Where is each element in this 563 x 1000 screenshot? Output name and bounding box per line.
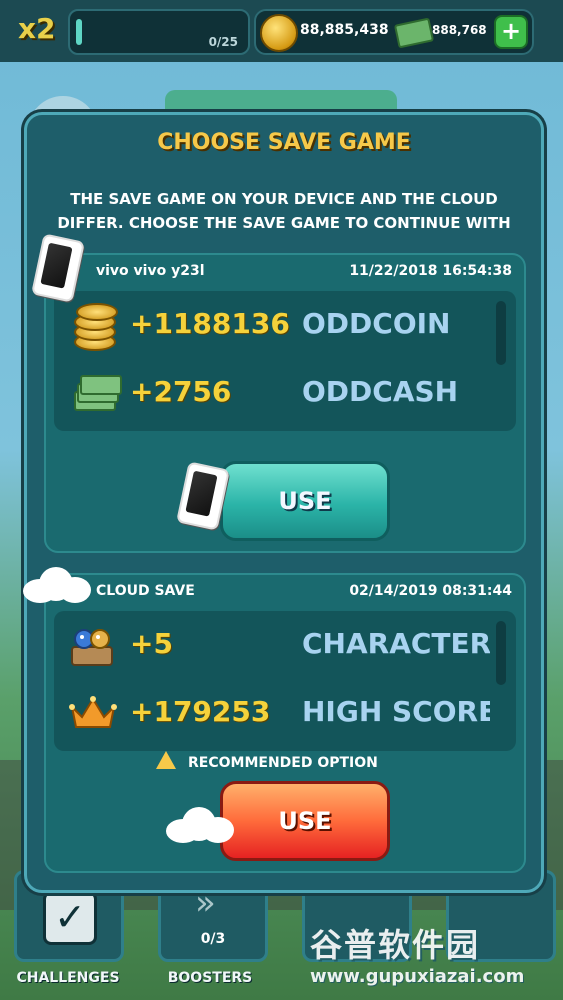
use-device-save-button[interactable]: USE [220,461,390,541]
scrollbar[interactable] [496,621,506,685]
crown-icon [69,696,117,728]
device-name: vivo vivo y23l [96,263,205,279]
coin-icon [260,14,298,52]
device-resource-list[interactable]: +1188136 ODDCOIN +2756 ODDCASH [54,291,516,431]
cloud-save-icon [23,567,93,603]
choose-save-dialog: CHOOSE SAVE GAME THE SAVE GAME ON YOUR D… [23,112,544,893]
progress-fill [76,19,82,45]
use-cloud-save-button[interactable]: USE [220,781,390,861]
add-currency-button[interactable]: + [494,15,528,49]
device-save-card: vivo vivo y23l 11/22/2018 16:54:38 +1188… [44,253,526,553]
cloud-save-date: 02/14/2019 08:31:44 [349,583,512,599]
cloud-save-name: CLOUD SAVE [96,583,195,599]
resource-label: HIGH SCORE [302,695,490,728]
list-item: +1188136 ODDCOIN [54,295,494,355]
resource-amount: +1188136 [130,307,290,340]
list-item: +2756 ODDCASH [54,363,494,423]
cloud-save-card: CLOUD SAVE 02/14/2019 08:31:44 +5 CHARAC… [44,573,526,873]
currency-panel: 88,885,438 888,768 + [254,9,534,55]
resource-amount: +2756 [130,375,232,408]
device-save-date: 11/22/2018 16:54:38 [349,263,512,279]
scrollbar[interactable] [496,301,506,365]
coins-icon [74,301,118,351]
mission-progress-bar[interactable]: 0/25 [68,9,250,55]
resource-amount: +5 [130,627,173,660]
watermark-title: 谷普软件园 [310,926,481,964]
resource-label: ODDCASH [302,375,459,408]
challenges-label: CHALLENGES [16,970,120,986]
cash-icon [74,375,122,411]
mission-progress-text: 0/25 [208,35,238,49]
characters-icon [71,629,113,666]
cash-balance: 888,768 [432,23,487,37]
dialog-title: CHOOSE SAVE GAME [157,130,411,155]
warning-icon [156,751,176,769]
coin-balance: 88,885,438 [300,22,389,38]
resource-amount: +179253 [130,695,271,728]
watermark: 谷普软件园 www.gupuxiazai.com [310,920,560,996]
checkmark-icon: ✓ [43,891,97,945]
cloud-resource-list[interactable]: +5 CHARACTERS +179253 HIGH SCORE [54,611,516,751]
cash-icon [393,17,435,49]
boosters-count: 0/3 [200,931,226,947]
list-item: +179253 HIGH SCORE [54,683,494,743]
list-item: +5 CHARACTERS [54,615,494,675]
score-multiplier: x2 [18,12,56,45]
top-hud: x2 0/25 88,885,438 888,768 + [0,0,563,62]
dialog-message: THE SAVE GAME ON YOUR DEVICE AND THE CLO… [57,190,511,232]
boosters-label: BOOSTERS [167,970,253,986]
resource-label: ODDCOIN [302,307,451,340]
recommended-option: RECOMMENDED OPTION [156,751,456,771]
watermark-url: www.gupuxiazai.com [310,966,525,987]
resource-label: CHARACTERS [302,627,490,660]
recommended-label: RECOMMENDED OPTION [188,755,378,771]
cloud-icon [166,807,236,843]
